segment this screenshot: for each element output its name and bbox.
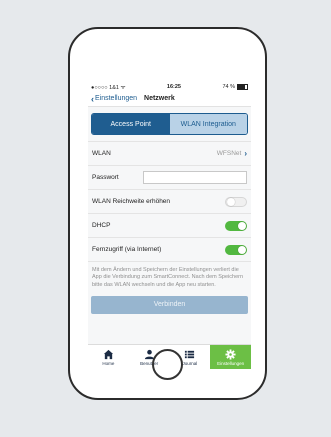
tab-label: Einstellungen <box>217 360 245 366</box>
back-button[interactable]: ‹ Einstellungen <box>91 94 137 104</box>
app-screen: ●○○○○ 1&1 ᯤ 16:25 74 % ‹ Einstellungen N… <box>88 82 251 369</box>
status-bar: ●○○○○ 1&1 ᯤ 16:25 74 % <box>88 82 251 91</box>
toggle-knob <box>238 245 246 254</box>
password-row: Passwort <box>88 165 251 189</box>
remote-access-toggle[interactable] <box>225 244 247 255</box>
home-hardware-button[interactable] <box>152 349 183 380</box>
gear-icon <box>225 348 236 360</box>
phone-frame: ●○○○○ 1&1 ᯤ 16:25 74 % ‹ Einstellungen N… <box>68 27 267 400</box>
toggle-knob <box>227 197 235 206</box>
carrier-label: ●○○○○ 1&1 <box>91 84 121 91</box>
password-label: Passwort <box>92 174 119 181</box>
home-icon <box>103 349 113 359</box>
remote-access-row: Fernzugriff (via Internet) <box>88 237 251 261</box>
wlan-label: WLAN <box>92 150 111 157</box>
password-input[interactable] <box>143 171 247 184</box>
wlan-row[interactable]: WLAN WFSNet › <box>88 141 251 165</box>
battery-status: 74 % <box>222 83 248 90</box>
battery-icon <box>236 83 248 90</box>
chevron-right-icon: › <box>244 149 247 158</box>
back-label: Einstellungen <box>95 95 138 102</box>
tab-home[interactable]: Home <box>88 345 129 369</box>
tab-einstellungen[interactable]: Einstellungen <box>210 345 251 369</box>
page-title: Netzwerk <box>144 95 175 102</box>
info-text: Mit dem Ändern und Speichern der Einstel… <box>88 261 251 293</box>
tab-label: Journal <box>182 360 198 366</box>
battery-percent: 74 % <box>222 83 235 90</box>
chevron-left-icon: ‹ <box>91 93 94 104</box>
segment-access-point[interactable]: Access Point <box>92 114 170 134</box>
range-extend-label: WLAN Reichweite erhöhen <box>92 198 171 205</box>
wifi-icon: ᯤ <box>120 84 126 91</box>
carrier-info: ●○○○○ 1&1 ᯤ <box>91 83 125 91</box>
segment-wlan-integration[interactable]: WLAN Integration <box>169 114 247 134</box>
dhcp-toggle[interactable] <box>225 220 247 231</box>
connect-button[interactable]: Verbinden <box>91 295 248 314</box>
tab-label: Home <box>102 360 115 366</box>
dhcp-row: DHCP <box>88 213 251 237</box>
list-icon <box>185 350 195 358</box>
status-time: 16:25 <box>166 83 181 90</box>
dhcp-label: DHCP <box>92 222 111 229</box>
navigation-bar: ‹ Einstellungen Netzwerk <box>88 91 251 107</box>
wlan-value: WFSNet <box>216 150 242 157</box>
mode-segmented-control: Access Point WLAN Integration <box>91 113 248 135</box>
toggle-knob <box>238 221 246 230</box>
wlan-value-group: WFSNet › <box>217 149 247 158</box>
remote-access-label: Fernzugriff (via Internet) <box>92 246 162 253</box>
range-extend-row: WLAN Reichweite erhöhen <box>88 189 251 213</box>
range-extend-toggle[interactable] <box>225 196 247 207</box>
